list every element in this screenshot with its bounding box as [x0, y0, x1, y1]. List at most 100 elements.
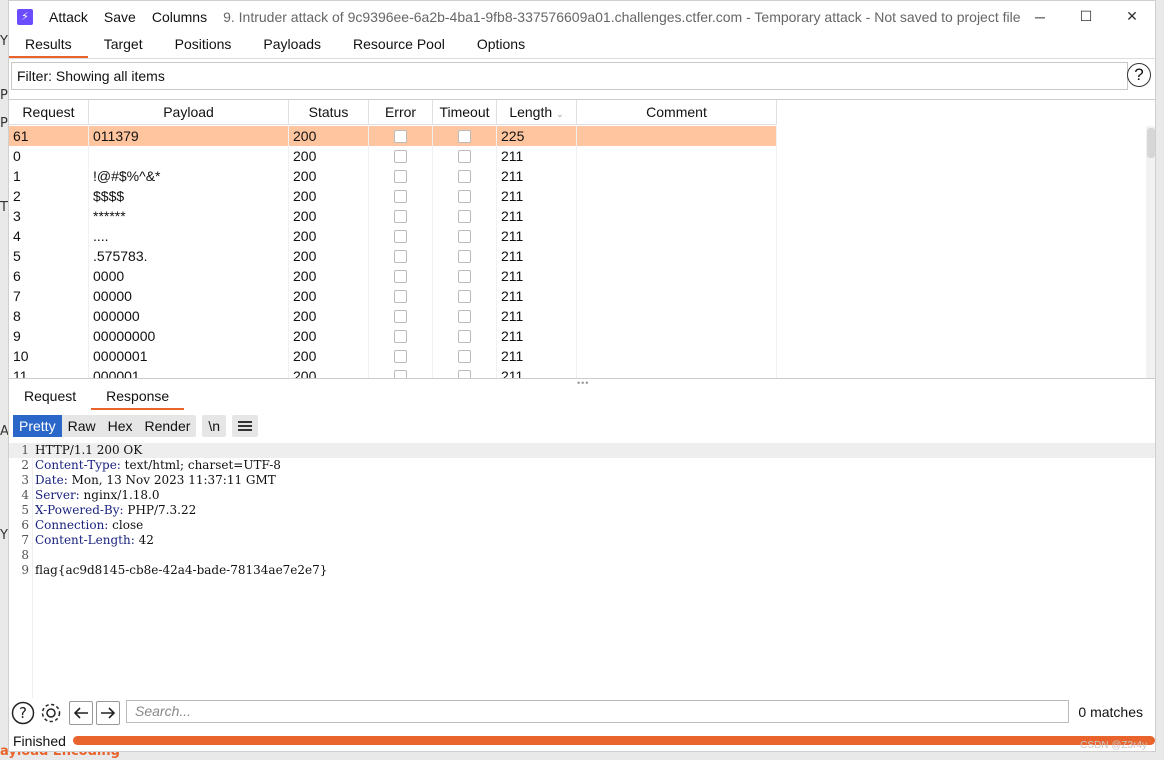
column-header-error[interactable]: Error [369, 100, 433, 125]
error-checkbox[interactable] [394, 229, 407, 243]
error-checkbox[interactable] [394, 309, 407, 323]
table-row[interactable]: 0 200 211 [9, 146, 777, 166]
timeout-checkbox[interactable] [458, 349, 471, 363]
timeout-checkbox[interactable] [458, 209, 471, 223]
close-button[interactable]: ✕ [1109, 1, 1155, 32]
error-checkbox[interactable] [394, 329, 407, 343]
column-header-length[interactable]: Length ⌄ [497, 100, 577, 125]
cell-timeout [433, 226, 497, 246]
error-checkbox[interactable] [394, 269, 407, 283]
table-row[interactable]: 7 00000 200 211 [9, 286, 777, 306]
timeout-checkbox[interactable] [458, 289, 471, 303]
table-row[interactable]: 1 !@#$%^&* 200 211 [9, 166, 777, 186]
timeout-checkbox[interactable] [458, 309, 471, 323]
newline-toggle-button[interactable]: \n [202, 415, 227, 437]
timeout-checkbox[interactable] [458, 269, 471, 283]
view-raw-button[interactable]: Raw [62, 415, 102, 437]
help-icon[interactable]: ? [1127, 63, 1151, 87]
error-checkbox[interactable] [394, 209, 407, 223]
table-row[interactable]: 8 000000 200 211 [9, 306, 777, 326]
arrow-right-icon[interactable] [96, 701, 120, 725]
window-controls: ─ ☐ ✕ [1017, 1, 1155, 32]
column-header-timeout[interactable]: Timeout [433, 100, 497, 125]
error-checkbox[interactable] [394, 249, 407, 263]
tab-request[interactable]: Request [9, 384, 91, 410]
table-header: Request Payload Status Error Timeout Length ⌄ C… [9, 100, 777, 125]
error-checkbox[interactable] [394, 369, 407, 378]
settings-gear-icon[interactable] [39, 701, 63, 725]
tab-options[interactable]: Options [461, 32, 541, 58]
column-header-label: Request [22, 104, 75, 120]
menu-columns[interactable]: Columns [152, 9, 207, 25]
timeout-checkbox[interactable] [458, 149, 471, 163]
timeout-checkbox[interactable] [458, 369, 471, 378]
view-render-button[interactable]: Render [139, 415, 197, 437]
cell-payload: 00000000 [89, 326, 289, 346]
splitter-grip-icon[interactable]: ••• [577, 378, 589, 388]
view-hex-button[interactable]: Hex [102, 415, 139, 437]
code-line: 5 X-Powered-By: PHP/7.3.22 [9, 503, 1155, 518]
table-row[interactable]: 3 ****** 200 211 [9, 206, 777, 226]
column-header-status[interactable]: Status [289, 100, 369, 125]
timeout-checkbox[interactable] [458, 249, 471, 263]
cell-request: 7 [9, 286, 89, 306]
table-row[interactable]: 9 00000000 200 211 [9, 326, 777, 346]
cell-request: 6 [9, 266, 89, 286]
filter-bar[interactable]: Filter: Showing all items [11, 62, 1128, 90]
menu-save[interactable]: Save [104, 9, 136, 25]
sort-chevron-icon: ⌄ [556, 109, 564, 119]
help-icon[interactable]: ? [11, 701, 35, 725]
minimize-button[interactable]: ─ [1017, 1, 1063, 32]
cell-timeout [433, 146, 497, 166]
tab-results[interactable]: Results [9, 32, 88, 58]
tab-target[interactable]: Target [88, 32, 159, 58]
tab-response[interactable]: Response [91, 384, 185, 410]
error-checkbox[interactable] [394, 189, 407, 203]
code-text: Server: nginx/1.18.0 [35, 488, 160, 503]
timeout-checkbox[interactable] [458, 189, 471, 203]
line-number: 2 [21, 458, 29, 472]
table-row[interactable]: 6 0000 200 211 [9, 266, 777, 286]
error-checkbox[interactable] [394, 129, 407, 143]
cell-payload: ****** [89, 206, 289, 226]
status-text: Finished [13, 733, 66, 749]
timeout-checkbox[interactable] [458, 229, 471, 243]
cell-status: 200 [289, 326, 369, 346]
error-checkbox[interactable] [394, 289, 407, 303]
cell-comment [577, 186, 777, 206]
search-input[interactable]: Search... [126, 700, 1069, 723]
scrollbar-thumb[interactable] [1147, 128, 1155, 158]
table-row[interactable]: 10 0000001 200 211 [9, 346, 777, 366]
error-checkbox[interactable] [394, 349, 407, 363]
tab-resource-pool[interactable]: Resource Pool [337, 32, 461, 58]
header-value: HTTP/1.1 200 OK [35, 443, 143, 457]
menu-attack[interactable]: Attack [49, 9, 88, 25]
timeout-checkbox[interactable] [458, 329, 471, 343]
cell-length: 211 [497, 306, 577, 326]
table-scrollbar[interactable] [1146, 126, 1155, 378]
column-header-payload[interactable]: Payload [89, 100, 289, 125]
timeout-checkbox[interactable] [458, 169, 471, 183]
table-row[interactable]: 11 000001 200 211 [9, 366, 777, 378]
intruder-attack-window: ⚡ Attack Save Columns 9. Intruder attack… [8, 0, 1156, 752]
maximize-button[interactable]: ☐ [1063, 1, 1109, 32]
table-row[interactable]: 5.575783. 200 211 [9, 246, 777, 266]
tab-payloads[interactable]: Payloads [247, 32, 337, 58]
table-row[interactable]: 61 011379 200 225 [9, 126, 777, 146]
column-header-request[interactable]: Request [9, 100, 89, 125]
table-row[interactable]: 4.... 200 211 [9, 226, 777, 246]
error-checkbox[interactable] [394, 149, 407, 163]
timeout-checkbox[interactable] [458, 129, 471, 143]
code-line: 1 HTTP/1.1 200 OK [9, 443, 1155, 458]
error-checkbox[interactable] [394, 169, 407, 183]
header-key: Content-Length: [35, 533, 135, 547]
column-header-comment[interactable]: Comment [577, 100, 777, 125]
header-key: Connection: [35, 518, 109, 532]
arrow-left-icon[interactable] [69, 701, 93, 725]
tab-positions[interactable]: Positions [159, 32, 248, 58]
table-row[interactable]: 2 $$$$ 200 211 [9, 186, 777, 206]
menu-lines-icon[interactable] [232, 415, 259, 437]
view-pretty-button[interactable]: Pretty [13, 415, 62, 437]
filter-row: Filter: Showing all items ? [9, 61, 1155, 93]
response-viewer[interactable]: 1 HTTP/1.1 200 OK 2 Content-Type: text/html… [9, 443, 1155, 698]
